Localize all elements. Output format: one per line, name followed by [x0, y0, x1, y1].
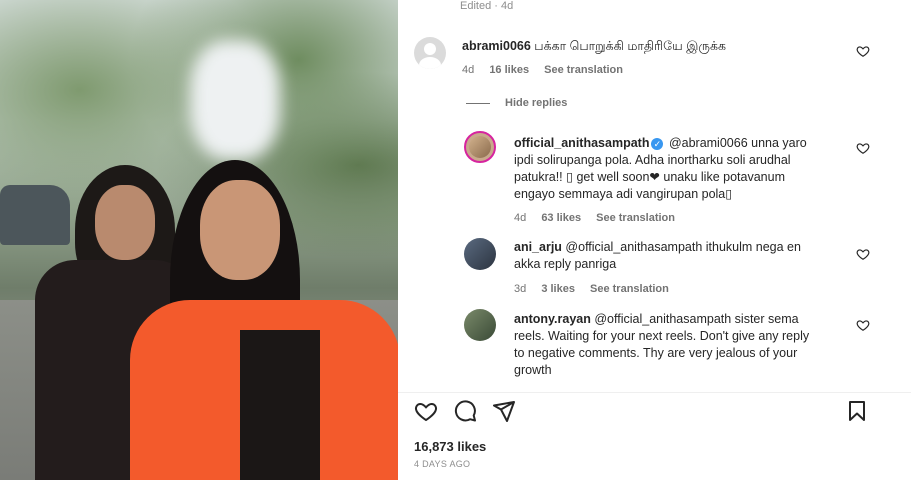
avatar[interactable]: [464, 238, 496, 270]
post-likes-count[interactable]: 16,873 likes: [414, 439, 486, 454]
comment-body: பக்கா பொறுக்கி மாதிரியே இருக்க: [534, 39, 726, 53]
heart-icon[interactable]: [856, 44, 870, 58]
heart-icon[interactable]: [856, 318, 870, 332]
reply-meta: 3d 3 likes See translation: [514, 283, 681, 295]
reply-body-3: patukra!! ▯ get well soon❤ unaku like po…: [514, 170, 785, 184]
reply-body-1: unna yaro: [751, 136, 807, 150]
reply-text: antony.rayan @official_anithasampath sis…: [514, 311, 854, 379]
reply-username[interactable]: official_anithasampath: [514, 136, 649, 150]
reply-age: 3d: [514, 283, 527, 295]
photo-face: [200, 180, 280, 280]
heart-icon[interactable]: [856, 141, 870, 155]
reply-body-1: @official_anithasampath ithukulm nega en: [565, 240, 801, 254]
comment-text: abrami0066 பக்கா பொறுக்கி மாதிரியே இருக்…: [462, 38, 862, 55]
see-translation-link[interactable]: See translation: [590, 283, 669, 295]
reply-body-2: reels. Waiting for your next reels. Don'…: [514, 329, 810, 343]
reply-age: 4d: [514, 212, 527, 224]
avatar[interactable]: [414, 37, 446, 69]
post-time-ago: 4 DAYS AGO: [414, 459, 471, 469]
reply-likes[interactable]: 63 likes: [541, 212, 581, 224]
photo-sky: [190, 40, 280, 160]
comments-panel: Edited · 4d abrami0066 பக்கா பொறுக்கி மா…: [398, 0, 911, 480]
reply-likes[interactable]: 3 likes: [541, 283, 575, 295]
comment-meta: 4d 16 likes See translation: [462, 64, 635, 76]
divider-line: [466, 103, 490, 104]
reply-username[interactable]: antony.rayan: [514, 312, 591, 326]
comment-age: 4d: [462, 64, 475, 76]
reply-body-1: @official_anithasampath sister sema: [594, 312, 799, 326]
mention-link[interactable]: @abrami0066: [669, 136, 748, 150]
comment-likes[interactable]: 16 likes: [489, 64, 529, 76]
reply-body-3: to negative comments. Thy are very jealo…: [514, 346, 798, 360]
reply-body-2: akka reply panriga: [514, 257, 617, 271]
reply-text: ani_arju @official_anithasampath ithukul…: [514, 239, 854, 273]
see-translation-link[interactable]: See translation: [596, 212, 675, 224]
heart-icon[interactable]: [856, 247, 870, 261]
reply-text: official_anithasampath ✓ @abrami0066 unna…: [514, 135, 854, 203]
reply-body-4: growth: [514, 363, 552, 377]
reply-body-4: engayo semmaya adi vangirupan pola▯: [514, 187, 733, 201]
reply-body-2: ipdi solirupanga pola. Adha inortharku s…: [514, 153, 791, 167]
reply-username[interactable]: ani_arju: [514, 240, 562, 254]
comment-username[interactable]: abrami0066: [462, 39, 531, 53]
share-icon[interactable]: [492, 399, 516, 423]
photo-woman-foreground: [130, 160, 398, 480]
heart-icon[interactable]: [414, 399, 438, 423]
avatar[interactable]: [464, 309, 496, 341]
see-translation-link[interactable]: See translation: [544, 64, 623, 76]
verified-badge-icon: ✓: [651, 137, 664, 150]
post-photo: [0, 0, 398, 480]
avatar[interactable]: [464, 131, 496, 163]
bookmark-icon[interactable]: [845, 399, 869, 423]
hide-replies-button[interactable]: Hide replies: [505, 97, 567, 109]
edited-label: Edited · 4d: [460, 0, 514, 12]
post-actions-bar: 16,873 likes 4 DAYS AGO: [398, 392, 911, 481]
photo-black-top: [240, 330, 320, 480]
comment-icon[interactable]: [453, 399, 477, 423]
reply-meta: 4d 63 likes See translation: [514, 212, 687, 224]
